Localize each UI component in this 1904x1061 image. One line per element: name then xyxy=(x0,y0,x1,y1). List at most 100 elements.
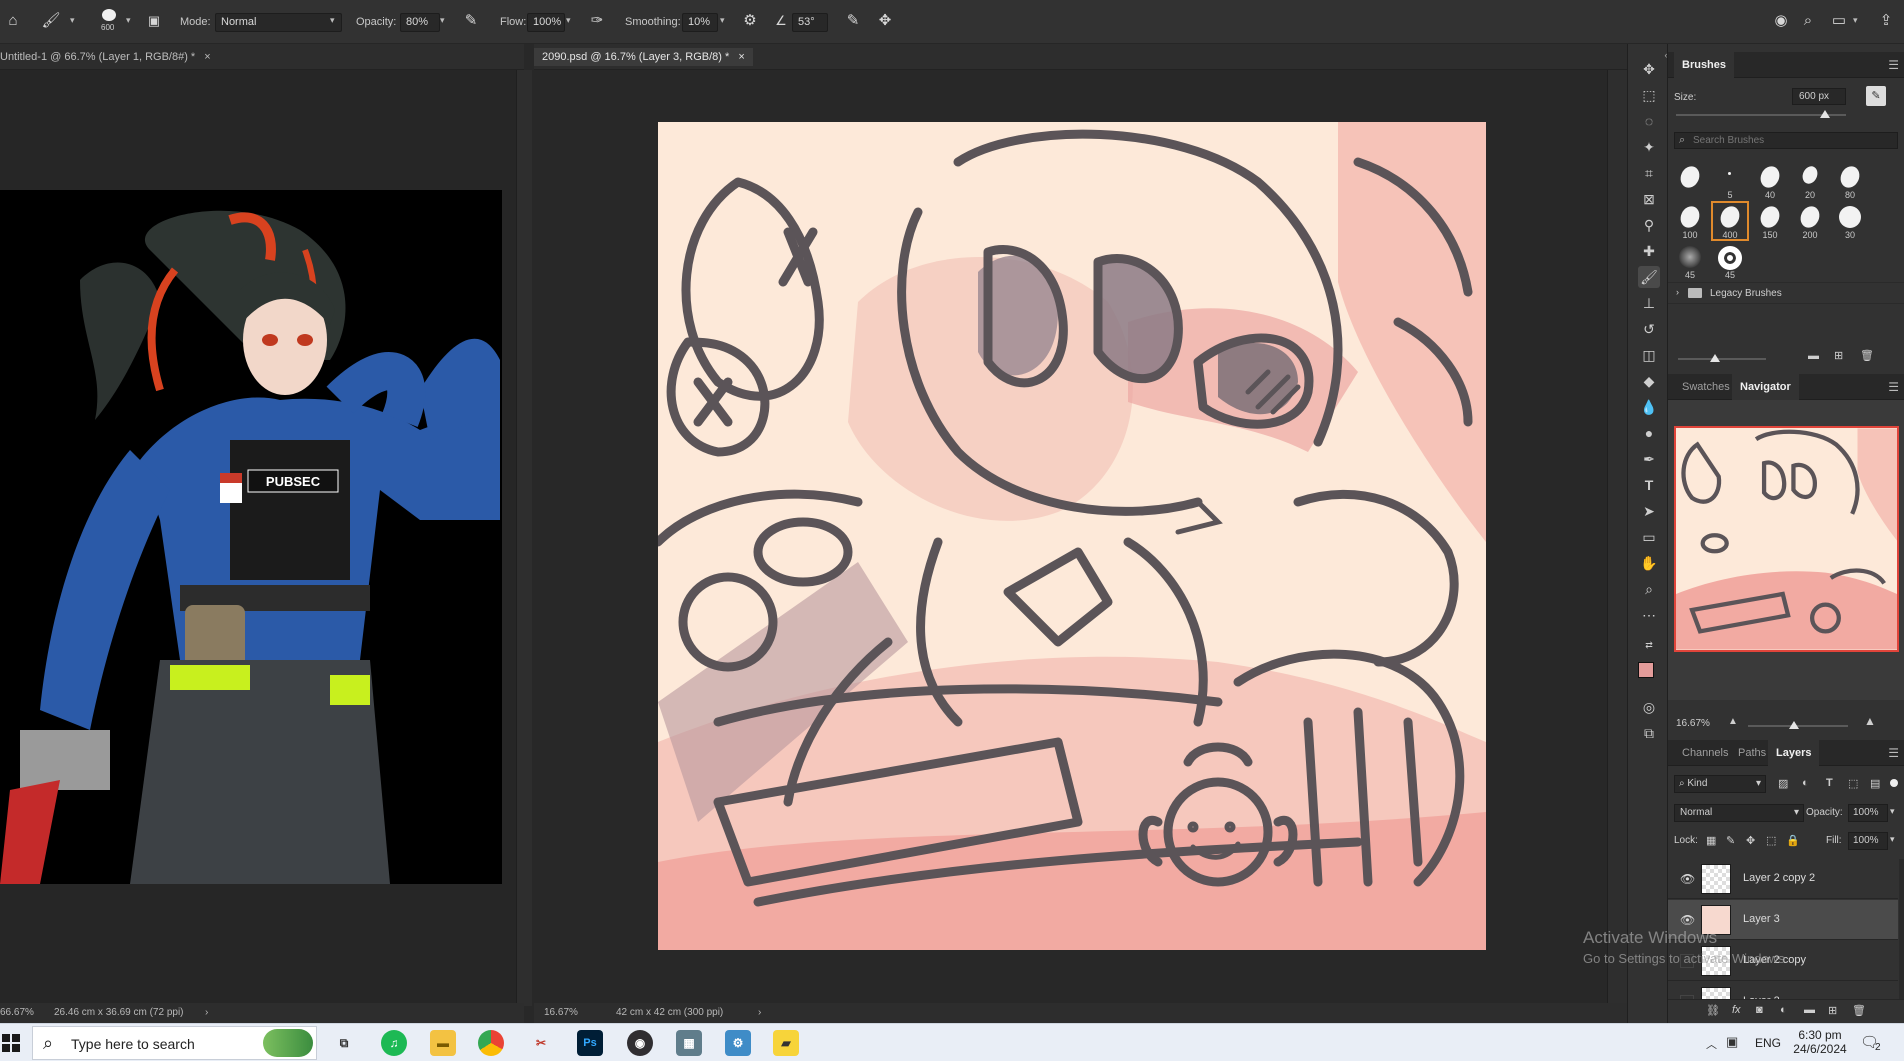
rectangle-tool-icon[interactable]: ▭ xyxy=(1638,526,1660,548)
chrome-icon[interactable] xyxy=(478,1030,504,1056)
sticky-notes-icon[interactable]: ▰ xyxy=(773,1030,799,1056)
vertical-scrollbar[interactable] xyxy=(1607,70,1627,1006)
snipping-tool-icon[interactable]: ✂ xyxy=(528,1030,554,1056)
new-layer-icon[interactable]: ⊞ xyxy=(1828,1004,1837,1017)
frame-tool-icon[interactable]: ⊠ xyxy=(1638,188,1660,210)
swap-colors-icon[interactable]: ⇄ xyxy=(1638,634,1660,656)
brush-preset[interactable]: 45 xyxy=(1712,242,1748,280)
more-tools-icon[interactable]: ⋯ xyxy=(1638,604,1660,626)
trash-icon[interactable]: 🗑 xyxy=(1852,1004,1866,1017)
adjustment-filter-icon[interactable]: ◐ xyxy=(1802,777,1809,789)
tab-layers[interactable]: Layers xyxy=(1768,740,1820,766)
lock-transparent-icon[interactable]: ▦ xyxy=(1706,834,1716,847)
share-user-icon[interactable]: ◉ xyxy=(1770,10,1792,32)
chevron-down-icon[interactable]: ▾ xyxy=(720,15,725,26)
history-brush-tool-icon[interactable]: ↺ xyxy=(1638,318,1660,340)
lock-artboard-icon[interactable]: ⬚ xyxy=(1766,834,1776,847)
vertical-scrollbar[interactable] xyxy=(516,70,532,1006)
opacity-field[interactable]: 80% xyxy=(400,13,440,32)
tab-2090-psd[interactable]: 2090.psd @ 16.7% (Layer 3, RGB/8) * × xyxy=(534,48,753,66)
brush-size-field[interactable]: 600 px xyxy=(1792,88,1846,105)
clock[interactable]: 6:30 pm 24/6/2024 xyxy=(1787,1028,1853,1056)
chevron-down-icon[interactable]: ▾ xyxy=(440,15,445,26)
chevron-right-icon[interactable]: › xyxy=(1676,287,1679,297)
flow-field[interactable]: 100% xyxy=(527,13,565,32)
chevron-right-icon[interactable]: › xyxy=(205,1003,208,1023)
brush-preset[interactable] xyxy=(1672,162,1708,200)
file-explorer-icon[interactable]: ▬ xyxy=(430,1030,456,1056)
search-icon[interactable]: ⌕ xyxy=(1797,10,1819,32)
layer-filter-select[interactable]: ⌕ Kind ▾ xyxy=(1674,775,1766,793)
filter-toggle-icon[interactable] xyxy=(1890,779,1898,787)
mode-select[interactable]: Normal xyxy=(215,13,342,32)
pen-tool-icon[interactable]: ✒ xyxy=(1638,448,1660,470)
quick-mask-icon[interactable]: ◎ xyxy=(1638,696,1660,718)
photoshop-icon[interactable]: Ps xyxy=(577,1030,603,1056)
chevron-down-icon[interactable]: ▾ xyxy=(70,15,75,26)
symmetry-icon[interactable]: ✥ xyxy=(874,10,896,32)
tab-navigator[interactable]: Navigator xyxy=(1732,374,1799,400)
calculator-icon[interactable]: ▦ xyxy=(676,1030,702,1056)
control-panel-icon[interactable]: ⚙ xyxy=(725,1030,751,1056)
brush-preset[interactable]: 150 xyxy=(1752,202,1788,240)
task-view-icon[interactable]: ⧉ xyxy=(331,1030,357,1056)
language-indicator[interactable]: ENG xyxy=(1755,1036,1781,1050)
brush-settings-icon[interactable]: ▣ xyxy=(143,10,165,32)
left-zoom-readout[interactable]: 66.67% xyxy=(0,1003,34,1023)
blur-tool-icon[interactable]: 💧 xyxy=(1638,396,1660,418)
brush-preset[interactable]: 20 xyxy=(1792,162,1828,200)
tab-channels[interactable]: Channels xyxy=(1674,740,1736,766)
brush-preset[interactable]: 45 xyxy=(1672,242,1708,280)
brush-search-input[interactable] xyxy=(1693,134,1893,147)
fx-icon[interactable]: fx xyxy=(1732,1004,1741,1016)
share-icon[interactable]: ⇪ xyxy=(1875,10,1897,32)
lock-all-icon[interactable]: 🔒 xyxy=(1786,834,1800,847)
eyedropper-tool-icon[interactable]: ⚲ xyxy=(1638,214,1660,236)
chevron-down-icon[interactable]: ▾ xyxy=(330,15,335,26)
dodge-tool-icon[interactable]: ● xyxy=(1638,422,1660,444)
menu-icon[interactable]: ☰ xyxy=(1888,746,1899,760)
angle-field[interactable]: 53° xyxy=(792,13,828,32)
new-brush-icon[interactable]: ⊞ xyxy=(1834,349,1843,362)
clone-stamp-tool-icon[interactable]: ⊥ xyxy=(1638,292,1660,314)
chevron-down-icon[interactable]: ▾ xyxy=(1890,806,1895,817)
menu-icon[interactable]: ☰ xyxy=(1888,58,1899,72)
mask-icon[interactable]: ◙ xyxy=(1756,1004,1763,1016)
brush-size-preview[interactable]: 600 xyxy=(98,7,120,32)
lock-position-icon[interactable]: ✥ xyxy=(1746,834,1755,847)
close-icon[interactable]: × xyxy=(738,51,744,63)
path-selection-tool-icon[interactable]: ➤ xyxy=(1638,500,1660,522)
legacy-brushes-group[interactable]: › Legacy Brushes xyxy=(1668,282,1904,304)
navigator-preview[interactable] xyxy=(1674,426,1899,652)
brush-preset[interactable]: 100 xyxy=(1672,202,1708,240)
link-icon[interactable]: ⛓ xyxy=(1706,1004,1720,1017)
tab-untitled-1[interactable]: Untitled-1 @ 66.7% (Layer 1, RGB/8#) * × xyxy=(0,48,211,66)
pressure-opacity-icon[interactable]: ✎ xyxy=(460,10,482,32)
eraser-tool-icon[interactable]: ◫ xyxy=(1638,344,1660,366)
menu-icon[interactable]: ☰ xyxy=(1888,380,1899,394)
pressure-size-icon[interactable]: ✎ xyxy=(842,10,864,32)
chevron-right-icon[interactable]: › xyxy=(758,1003,761,1023)
chevron-down-icon[interactable]: ▾ xyxy=(1890,834,1895,845)
paint-bucket-tool-icon[interactable]: ◆ xyxy=(1638,370,1660,392)
folder-icon[interactable]: ▬ xyxy=(1804,1004,1815,1016)
brush-preset-selected[interactable]: 400 xyxy=(1711,201,1749,241)
brush-preset[interactable]: 5 xyxy=(1712,162,1748,200)
brush-tool-preset-icon[interactable]: 🖌 xyxy=(40,10,62,32)
slider-thumb[interactable] xyxy=(1820,110,1830,118)
zoom-tool-icon[interactable]: ⌕ xyxy=(1638,578,1660,600)
slider-thumb[interactable] xyxy=(1789,721,1799,729)
sketch-canvas[interactable] xyxy=(658,122,1486,950)
eye-icon[interactable]: 👁 xyxy=(1680,913,1695,927)
foreground-color-swatch[interactable] xyxy=(1638,662,1654,678)
airbrush-icon[interactable]: ✑ xyxy=(586,10,608,32)
layers-scrollbar[interactable] xyxy=(1899,859,1904,1019)
workspace-icon[interactable]: ▭ xyxy=(1828,10,1850,32)
tab-brushes[interactable]: Brushes xyxy=(1674,52,1735,78)
home-icon[interactable]: ⌂ xyxy=(2,10,24,32)
chevron-up-icon[interactable]: ︿ xyxy=(1706,1036,1717,1052)
tab-swatches[interactable]: Swatches xyxy=(1674,374,1738,400)
adjustment-layer-icon[interactable]: ◐ xyxy=(1780,1004,1787,1016)
gear-icon[interactable]: ⚙ xyxy=(739,10,761,32)
magic-wand-tool-icon[interactable]: ✦ xyxy=(1638,136,1660,158)
